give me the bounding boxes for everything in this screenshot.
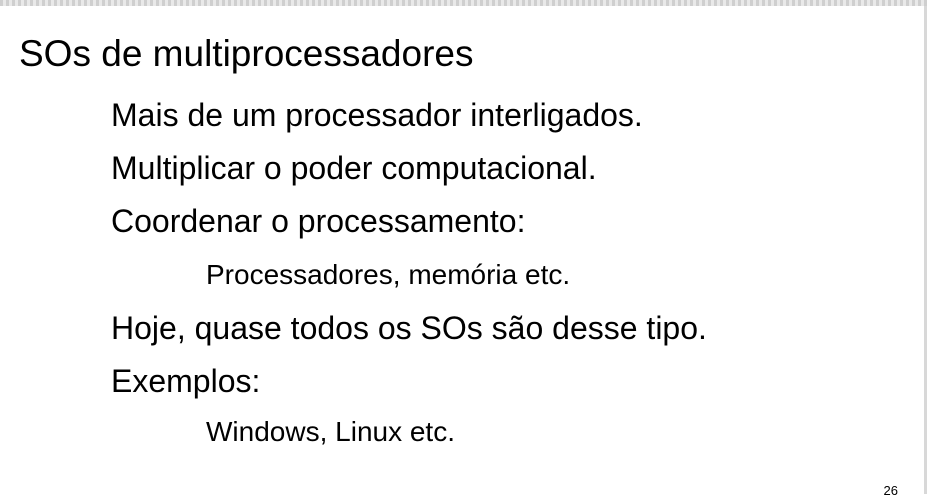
slide: SOs de multiprocessadores Mais de um pro…: [0, 6, 924, 498]
bullet-level1: Hoje, quase todos os SOs são desse tipo.: [111, 310, 707, 346]
bullet-level1: Coordenar o processamento:: [111, 203, 526, 239]
bullet-level1: Mais de um processador interligados.: [111, 97, 643, 133]
bullet-level1: Exemplos:: [111, 363, 261, 399]
bullet-level2: Windows, Linux etc.: [206, 416, 455, 447]
bullet-level1: Multiplicar o poder computacional.: [111, 150, 597, 186]
bullet-level2: Processadores, memória etc.: [206, 259, 571, 290]
page-number: 26: [883, 483, 898, 498]
slide-title: SOs de multiprocessadores: [19, 33, 474, 74]
